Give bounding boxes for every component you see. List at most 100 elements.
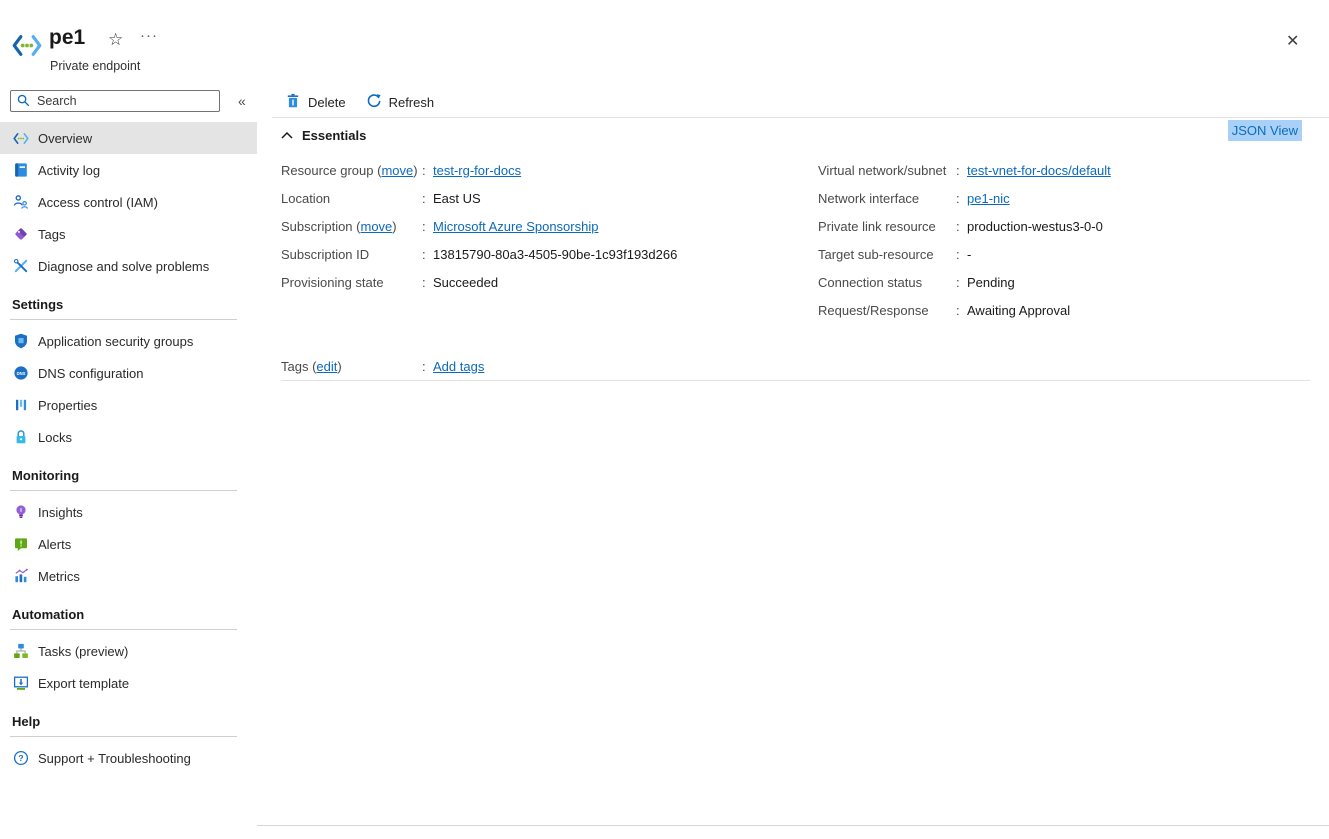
essentials-grid: Resource group (move) : test-rg-for-docs…	[281, 156, 1329, 324]
sidebar: « Overview Activity log	[0, 88, 257, 839]
refresh-button[interactable]: Refresh	[366, 93, 435, 112]
lock-icon	[12, 429, 29, 446]
properties-icon	[12, 397, 29, 414]
sidebar-item-label: Locks	[38, 430, 72, 445]
more-menu-icon[interactable]: ···	[140, 27, 158, 44]
field-target-sub-resource: Target sub-resource : -	[818, 240, 1329, 268]
field-label: Provisioning state	[281, 275, 422, 290]
shield-icon	[12, 333, 29, 350]
sidebar-item-label: DNS configuration	[38, 366, 144, 381]
sidebar-item-properties[interactable]: Properties	[0, 389, 257, 421]
divider	[10, 319, 237, 320]
essentials-left-column: Resource group (move) : test-rg-for-docs…	[281, 156, 818, 324]
essentials-right-column: Virtual network/subnet : test-vnet-for-d…	[818, 156, 1329, 324]
collapse-sidebar-button[interactable]: «	[234, 92, 250, 110]
flowchart-icon	[12, 643, 29, 660]
field-value: East US	[433, 191, 481, 206]
svg-text:?: ?	[18, 753, 23, 763]
sidebar-item-tags[interactable]: Tags	[0, 218, 257, 250]
divider	[10, 629, 237, 630]
sidebar-item-locks[interactable]: Locks	[0, 421, 257, 453]
sidebar-item-label: Diagnose and solve problems	[38, 259, 209, 274]
field-resource-group: Resource group (move) : test-rg-for-docs	[281, 156, 818, 184]
field-label: Resource group (move)	[281, 163, 422, 178]
svg-text:DNS: DNS	[16, 371, 25, 376]
activity-log-icon	[12, 162, 29, 179]
field-value: Awaiting Approval	[967, 303, 1070, 318]
sidebar-item-export-template[interactable]: Export template	[0, 667, 257, 699]
field-value: Succeeded	[433, 275, 498, 290]
refresh-button-label: Refresh	[389, 95, 435, 110]
move-resource-group-link[interactable]: move	[381, 163, 413, 178]
divider	[281, 380, 1310, 381]
divider	[10, 490, 237, 491]
field-label: Virtual network/subnet	[818, 163, 956, 178]
sidebar-item-label: Application security groups	[38, 334, 193, 349]
network-interface-link[interactable]: pe1-nic	[967, 191, 1010, 206]
question-circle-icon: ?	[12, 750, 29, 767]
field-value: Pending	[967, 275, 1015, 290]
favorite-star-icon[interactable]: ☆	[108, 30, 123, 50]
divider	[10, 736, 237, 737]
sidebar-item-support[interactable]: ? Support + Troubleshooting	[0, 742, 257, 774]
field-label: Request/Response	[818, 303, 956, 318]
field-label: Tags (edit)	[281, 359, 422, 374]
field-label: Target sub-resource	[818, 247, 956, 262]
lightbulb-icon	[12, 504, 29, 521]
sidebar-item-access-control[interactable]: Access control (IAM)	[0, 186, 257, 218]
move-subscription-link[interactable]: move	[360, 219, 392, 234]
sidebar-item-label: Overview	[38, 131, 92, 146]
divider	[257, 825, 1329, 826]
vnet-subnet-link[interactable]: test-vnet-for-docs/default	[967, 163, 1111, 178]
sidebar-item-label: Activity log	[38, 163, 100, 178]
section-header-settings: Settings	[0, 282, 257, 319]
diagnose-tools-icon	[12, 258, 29, 275]
private-endpoint-icon	[12, 33, 42, 61]
resource-type-subtitle: Private endpoint	[50, 59, 140, 73]
export-template-icon	[12, 675, 29, 692]
field-value: -	[967, 247, 971, 262]
field-network-interface: Network interface : pe1-nic	[818, 184, 1329, 212]
delete-button[interactable]: Delete	[285, 93, 346, 112]
field-label: Connection status	[818, 275, 956, 290]
sidebar-item-tasks[interactable]: Tasks (preview)	[0, 635, 257, 667]
sidebar-item-metrics[interactable]: Metrics	[0, 560, 257, 592]
svg-text:!: !	[19, 538, 22, 548]
field-private-link-resource: Private link resource : production-westu…	[818, 212, 1329, 240]
bar-chart-icon	[12, 568, 29, 585]
sidebar-item-label: Tags	[38, 227, 65, 242]
subscription-link[interactable]: Microsoft Azure Sponsorship	[433, 219, 598, 234]
section-header-automation: Automation	[0, 592, 257, 629]
sidebar-item-insights[interactable]: Insights	[0, 496, 257, 528]
section-header-help: Help	[0, 699, 257, 736]
sidebar-item-dns-configuration[interactable]: DNS DNS configuration	[0, 357, 257, 389]
sidebar-item-label: Support + Troubleshooting	[38, 751, 191, 766]
add-tags-link[interactable]: Add tags	[433, 359, 484, 374]
essentials-header[interactable]: Essentials	[281, 122, 1329, 148]
sidebar-item-diagnose[interactable]: Diagnose and solve problems	[0, 250, 257, 282]
field-label: Private link resource	[818, 219, 956, 234]
field-value: production-westus3-0-0	[967, 219, 1103, 234]
sidebar-item-application-security-groups[interactable]: Application security groups	[0, 325, 257, 357]
close-icon[interactable]: ✕	[1286, 31, 1299, 51]
resource-group-link[interactable]: test-rg-for-docs	[433, 163, 521, 178]
page-title: pe1	[49, 26, 85, 50]
sidebar-item-overview[interactable]: Overview	[0, 122, 257, 154]
field-virtual-network-subnet: Virtual network/subnet : test-vnet-for-d…	[818, 156, 1329, 184]
sidebar-item-label: Metrics	[38, 569, 80, 584]
sidebar-item-label: Properties	[38, 398, 97, 413]
edit-tags-link[interactable]: edit	[316, 359, 337, 374]
field-label: Subscription ID	[281, 247, 422, 262]
field-connection-status: Connection status : Pending	[818, 268, 1329, 296]
json-view-link[interactable]: JSON View	[1228, 120, 1302, 141]
chevron-up-icon	[281, 128, 293, 143]
field-label: Subscription (move)	[281, 219, 422, 234]
search-input[interactable]	[10, 90, 220, 112]
refresh-icon	[366, 93, 382, 112]
sidebar-item-label: Alerts	[38, 537, 71, 552]
access-control-icon	[12, 194, 29, 211]
alert-bubble-icon: !	[12, 536, 29, 553]
sidebar-item-alerts[interactable]: ! Alerts	[0, 528, 257, 560]
sidebar-item-activity-log[interactable]: Activity log	[0, 154, 257, 186]
field-provisioning-state: Provisioning state : Succeeded	[281, 268, 818, 296]
